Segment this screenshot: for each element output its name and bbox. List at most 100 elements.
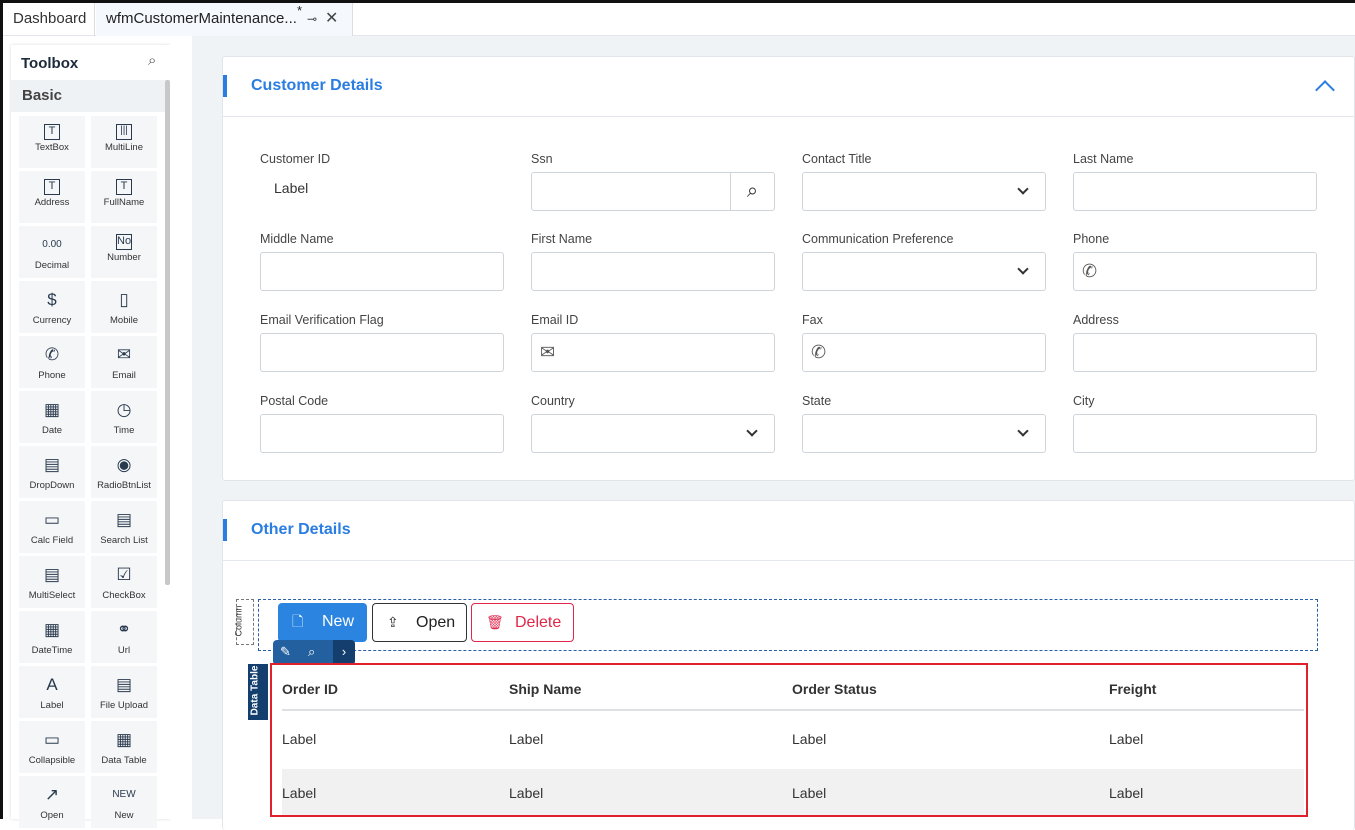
multiselect-icon: ▤ xyxy=(43,565,61,584)
tool-open[interactable]: ↗ Open xyxy=(19,776,85,828)
address-icon: T xyxy=(44,179,60,195)
column-header[interactable]: Ship Name xyxy=(509,681,581,697)
checkbox-icon: ☑ xyxy=(116,565,132,584)
tool-label: Decimal xyxy=(34,260,70,271)
data-table-tag[interactable]: Data Table xyxy=(248,664,268,720)
data-table[interactable]: Order ID Ship Name Order Status Freight … xyxy=(270,663,1308,817)
field-label: Email Verification Flag xyxy=(260,313,384,327)
table-row[interactable]: Label Label Label Label xyxy=(282,713,1304,769)
textbox-icon: T xyxy=(44,124,60,140)
chevron-right-icon[interactable]: › xyxy=(333,640,355,665)
tool-label: Phone xyxy=(38,370,66,381)
table-cell: Label xyxy=(282,785,317,801)
phone-icon: ✆ xyxy=(1082,261,1098,281)
chevron-down-icon xyxy=(1017,183,1029,195)
tool-data-table[interactable]: ▦ Data Table xyxy=(91,721,157,773)
new-button[interactable]: 🗋 New xyxy=(278,603,367,642)
column-header[interactable]: Order ID xyxy=(282,681,338,697)
field-communication-preference: Communication Preference xyxy=(802,232,1046,291)
column-container-label[interactable]: Column xyxy=(234,599,254,645)
city-input[interactable] xyxy=(1073,414,1317,453)
contact-title-input[interactable] xyxy=(802,172,1046,211)
last-name-input[interactable] xyxy=(1073,172,1317,211)
collapse-chevron-icon[interactable] xyxy=(1315,80,1335,100)
toolbox-title: Toolbox xyxy=(21,55,79,72)
column-header[interactable]: Freight xyxy=(1109,681,1156,697)
chevron-down-icon xyxy=(746,425,758,437)
tool-search-list[interactable]: ▤ Search List xyxy=(91,501,157,553)
open-label: Open xyxy=(416,614,456,631)
tool-textbox[interactable]: T TextBox xyxy=(19,116,85,168)
decimal-icon: 0.00 xyxy=(42,239,62,250)
tool-label[interactable]: A Label xyxy=(19,666,85,718)
search-icon[interactable]: ⌕ xyxy=(308,644,315,660)
toolbox-section-basic[interactable]: Basic xyxy=(11,80,165,112)
tool-email[interactable]: ✉ Email xyxy=(91,336,157,388)
field-middle-name: Middle Name xyxy=(260,232,504,291)
tool-radiobtnlist[interactable]: ◉ RadioBtnList xyxy=(91,446,157,498)
communication-preference-input[interactable] xyxy=(802,252,1046,291)
middle-name-input[interactable] xyxy=(260,252,504,291)
address-input[interactable] xyxy=(1073,333,1317,372)
pin-icon[interactable]: ⊸ xyxy=(307,3,317,35)
column-header[interactable]: Order Status xyxy=(792,681,877,697)
field-phone: Phone ✆ xyxy=(1073,232,1317,291)
tool-url[interactable]: ⚭ Url xyxy=(91,611,157,663)
field-label: Customer ID xyxy=(260,152,331,166)
phone-input[interactable]: ✆ xyxy=(1073,252,1317,291)
data-table-label: Data Table xyxy=(249,665,261,716)
country-input[interactable] xyxy=(531,414,775,453)
tab-dashboard[interactable]: Dashboard xyxy=(3,3,95,36)
field-label: Last Name xyxy=(1073,152,1134,166)
tool-label: Email xyxy=(112,370,136,381)
postal-code-input[interactable] xyxy=(260,414,504,453)
tab-customer-maintenance[interactable]: wfmCustomerMaintenance... * ⊸ ✕ xyxy=(96,3,353,36)
tool-address[interactable]: T Address xyxy=(19,171,85,223)
tool-dropdown[interactable]: ▤ DropDown xyxy=(19,446,85,498)
edit-pencil-icon[interactable]: ✎ xyxy=(280,644,291,660)
tool-label: Date xyxy=(41,425,63,436)
multiline-icon: ||| xyxy=(116,124,132,140)
ssn-input[interactable]: ⌕ xyxy=(531,172,775,211)
email-id-input[interactable]: ✉ xyxy=(531,333,775,372)
accent-bar xyxy=(223,75,227,97)
time-icon: ◷ xyxy=(116,400,132,419)
tool-file-upload[interactable]: ▤ File Upload xyxy=(91,666,157,718)
dropdown-icon: ▤ xyxy=(43,455,61,474)
tool-datetime[interactable]: ▦ DateTime xyxy=(19,611,85,663)
field-country: Country xyxy=(531,394,775,453)
url-icon: ⚭ xyxy=(116,620,132,639)
tool-phone[interactable]: ✆ Phone xyxy=(19,336,85,388)
search-icon[interactable]: ⌕ xyxy=(730,173,774,210)
tool-label: TextBox xyxy=(35,142,69,153)
tool-number[interactable]: No Number xyxy=(91,226,157,278)
tool-label: DateTime xyxy=(31,645,73,656)
tool-currency[interactable]: $ Currency xyxy=(19,281,85,333)
search-icon[interactable]: ⌕ xyxy=(148,52,156,69)
datetime-icon: ▦ xyxy=(43,620,61,639)
tool-decimal[interactable]: 0.00 Decimal xyxy=(19,226,85,278)
tool-time[interactable]: ◷ Time xyxy=(91,391,157,443)
table-row[interactable]: Label Label Label Label xyxy=(282,769,1304,815)
email-verification-flag-input[interactable] xyxy=(260,333,504,372)
tool-multiselect[interactable]: ▤ MultiSelect xyxy=(19,556,85,608)
open-button[interactable]: ⇪ Open xyxy=(372,603,467,642)
state-input[interactable] xyxy=(802,414,1046,453)
table-cell: Label xyxy=(282,731,317,747)
fax-input[interactable]: ✆ xyxy=(802,333,1046,372)
tool-collapsible[interactable]: ▭ Collapsible xyxy=(19,721,85,773)
tool-checkbox[interactable]: ☑ CheckBox xyxy=(91,556,157,608)
tool-label: Collapsible xyxy=(28,755,76,766)
designer-canvas: Customer Details Customer ID Label Ssn ⌕ Con… xyxy=(192,36,1355,830)
tool-date[interactable]: ▦ Date xyxy=(19,391,85,443)
tool-multiline[interactable]: ||| MultiLine xyxy=(91,116,157,168)
first-name-input[interactable] xyxy=(531,252,775,291)
tool-calc-field[interactable]: ▭ Calc Field xyxy=(19,501,85,553)
tool-label: Time xyxy=(113,425,135,436)
close-icon[interactable]: ✕ xyxy=(325,3,338,35)
tool-mobile[interactable]: ▯ Mobile xyxy=(91,281,157,333)
delete-button[interactable]: 🗑 Delete xyxy=(471,603,574,642)
tool-fullname[interactable]: T FullName xyxy=(91,171,157,223)
tool-new[interactable]: NEW New xyxy=(91,776,157,828)
field-first-name: First Name xyxy=(531,232,775,291)
